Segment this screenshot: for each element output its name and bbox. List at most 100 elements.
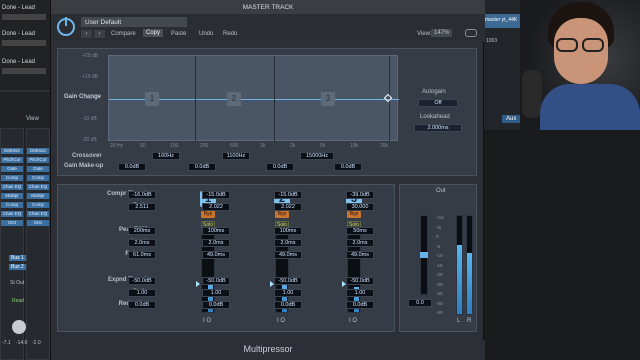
view-menu[interactable]: View bbox=[26, 116, 39, 122]
pan-knob[interactable] bbox=[12, 320, 26, 334]
output-fader-track[interactable] bbox=[420, 215, 428, 295]
band-ratio2-value[interactable]: 1.00 bbox=[202, 289, 230, 297]
band-attack-value[interactable]: 2.0ms bbox=[202, 239, 230, 247]
bus-1-slot[interactable]: Bus 1 bbox=[9, 255, 26, 261]
band-reduction-value[interactable]: 0.0dB bbox=[128, 301, 156, 309]
divider bbox=[0, 90, 50, 92]
track-number: 1003 bbox=[486, 38, 498, 44]
crossover-value[interactable]: 160Hz bbox=[152, 152, 180, 160]
cursor-icon bbox=[383, 93, 393, 103]
band-compr-thresh-value[interactable]: -39.0dB bbox=[346, 191, 374, 199]
band-release-value[interactable]: 61.0ms bbox=[128, 251, 156, 259]
band-peak-rms-value[interactable]: 100ms bbox=[202, 227, 230, 235]
band-expnd-thresh-value[interactable]: -50.0dB bbox=[346, 277, 374, 285]
autogain-dropdown[interactable]: Off bbox=[418, 99, 458, 107]
band-compr-thresh-value[interactable]: -16.0dB bbox=[128, 191, 156, 199]
band-attack-value[interactable]: 2.0ms bbox=[346, 239, 374, 247]
band-ratio-value[interactable]: 2.022 bbox=[274, 203, 302, 211]
plugin-slot[interactable]: PitchCor bbox=[1, 157, 23, 163]
plugin-slot[interactable]: Comp bbox=[1, 202, 23, 208]
plugin-slot[interactable]: Chan EQ bbox=[1, 211, 23, 217]
plugin-slot[interactable]: Comp bbox=[1, 175, 23, 181]
plugin-slot[interactable]: Multipr bbox=[27, 193, 49, 199]
next-preset-button[interactable]: › bbox=[94, 30, 105, 38]
band-attack-value[interactable]: 2.0ms bbox=[274, 239, 302, 247]
track-name[interactable]: Done - Lead bbox=[2, 59, 35, 65]
paste-button[interactable]: Paste bbox=[171, 31, 186, 37]
plugin-slot[interactable]: Chan EQ bbox=[27, 184, 49, 190]
plugin-slot[interactable]: Chan EQ bbox=[27, 211, 49, 217]
x-tick-label: 50 bbox=[140, 143, 146, 149]
plugin-slot[interactable]: Comp bbox=[27, 202, 49, 208]
band-divider[interactable] bbox=[274, 56, 275, 142]
band-attack-value[interactable]: 2.0ms bbox=[128, 239, 156, 247]
view-zoom-dropdown[interactable]: 147% bbox=[431, 29, 453, 37]
band-marker[interactable]: 1 bbox=[145, 92, 159, 106]
automation-read[interactable]: Read bbox=[12, 298, 24, 304]
output-value[interactable]: 0.0 bbox=[408, 299, 432, 307]
band-expnd-thresh-value[interactable]: -50.0dB bbox=[274, 277, 302, 285]
plugin-slot[interactable]: Gate bbox=[27, 166, 49, 172]
output-fader-knob[interactable] bbox=[420, 252, 428, 258]
aux-label[interactable]: Aux bbox=[502, 115, 521, 123]
redo-button[interactable]: Redo bbox=[223, 31, 237, 37]
track-name[interactable]: Done - Lead bbox=[2, 5, 35, 11]
band-reduction-value[interactable]: 0.0dB bbox=[274, 301, 302, 309]
band-marker[interactable]: 2 bbox=[227, 92, 241, 106]
gain-makeup-value[interactable]: 0.0dB bbox=[266, 163, 294, 171]
lookahead-value[interactable]: 2.000ms bbox=[414, 124, 462, 132]
band-divider[interactable] bbox=[195, 56, 196, 142]
gain-makeup-value[interactable]: 0.0dB bbox=[118, 163, 146, 171]
band-peak-rms-value[interactable]: 200ms bbox=[128, 227, 156, 235]
graph-display[interactable]: 1 2 3 bbox=[108, 55, 399, 142]
band-reduction-value[interactable]: 0.0dB bbox=[202, 301, 230, 309]
band-release-value[interactable]: 49.0ms bbox=[274, 251, 302, 259]
band-bypass-button[interactable]: Byp bbox=[275, 211, 289, 218]
undo-button[interactable]: Undo bbox=[199, 31, 213, 37]
band-io-label: I O bbox=[277, 318, 286, 324]
prev-preset-button[interactable]: ‹ bbox=[81, 30, 92, 38]
y-tick-label: -10 dB bbox=[82, 116, 97, 122]
plugin-slot[interactable]: DeEss2 bbox=[1, 148, 23, 154]
band-peak-rms-value[interactable]: 100ms bbox=[274, 227, 302, 235]
plugin-slot[interactable]: Comp bbox=[27, 175, 49, 181]
link-icon[interactable] bbox=[465, 29, 477, 37]
band-expnd-thresh-value[interactable]: -50.0dB bbox=[128, 277, 156, 285]
band-compr-thresh-value[interactable]: -15.0dB bbox=[274, 191, 302, 199]
band-ratio2-value[interactable]: 1.00 bbox=[274, 289, 302, 297]
band-ratio2-value[interactable]: 1.00 bbox=[128, 289, 156, 297]
band-peak-rms-value[interactable]: 50ms bbox=[346, 227, 374, 235]
bus-2-slot[interactable]: Bus 2 bbox=[9, 264, 26, 270]
crossover-value[interactable]: 1100Hz bbox=[222, 152, 250, 160]
compare-button[interactable]: Compare bbox=[111, 31, 136, 37]
band-ratio-value[interactable]: 2.022 bbox=[202, 203, 230, 211]
band-bypass-button[interactable]: Byp bbox=[201, 211, 215, 218]
crossover-value[interactable]: 15000Hz bbox=[300, 152, 334, 160]
plugin-slot[interactable]: Dist bbox=[1, 220, 23, 226]
plugin-slot[interactable]: Chan EQ bbox=[1, 184, 23, 190]
webcam-overlay bbox=[520, 0, 640, 130]
plugin-slot[interactable]: Dist bbox=[27, 220, 49, 226]
track-name[interactable]: Done - Lead bbox=[2, 31, 35, 37]
band-ratio2-value[interactable]: 1.00 bbox=[346, 289, 374, 297]
band-expnd-thresh-value[interactable]: -50.0dB bbox=[202, 277, 230, 285]
gain-makeup-value[interactable]: 0.0dB bbox=[188, 163, 216, 171]
band-ratio-value[interactable]: 2.511 bbox=[128, 203, 156, 211]
plugin-slot[interactable]: DeEss2 bbox=[27, 148, 49, 154]
plugin-slot[interactable]: PitchCor bbox=[27, 157, 49, 163]
preset-dropdown[interactable]: User Default bbox=[81, 17, 187, 27]
plugin-slot[interactable]: Gate bbox=[1, 166, 23, 172]
band-compr-thresh-value[interactable]: -15.0dB bbox=[202, 191, 230, 199]
band-ratio-value[interactable]: 30.000 bbox=[346, 203, 374, 211]
band-marker[interactable]: 3 bbox=[321, 92, 335, 106]
band-bypass-button[interactable]: Byp bbox=[347, 211, 361, 218]
gain-makeup-value[interactable]: 0.0dB bbox=[334, 163, 362, 171]
band-release-value[interactable]: 49.0ms bbox=[346, 251, 374, 259]
output-slot[interactable]: St Out bbox=[10, 280, 24, 286]
band-gain-arrow-icon[interactable] bbox=[196, 281, 200, 287]
master-track-name[interactable]: master yt_44K bbox=[485, 17, 517, 23]
plugin-slot[interactable]: Multipr bbox=[1, 193, 23, 199]
band-release-value[interactable]: 49.0ms bbox=[202, 251, 230, 259]
copy-button[interactable]: Copy bbox=[143, 29, 164, 37]
band-reduction-value[interactable]: 0.0dB bbox=[346, 301, 374, 309]
